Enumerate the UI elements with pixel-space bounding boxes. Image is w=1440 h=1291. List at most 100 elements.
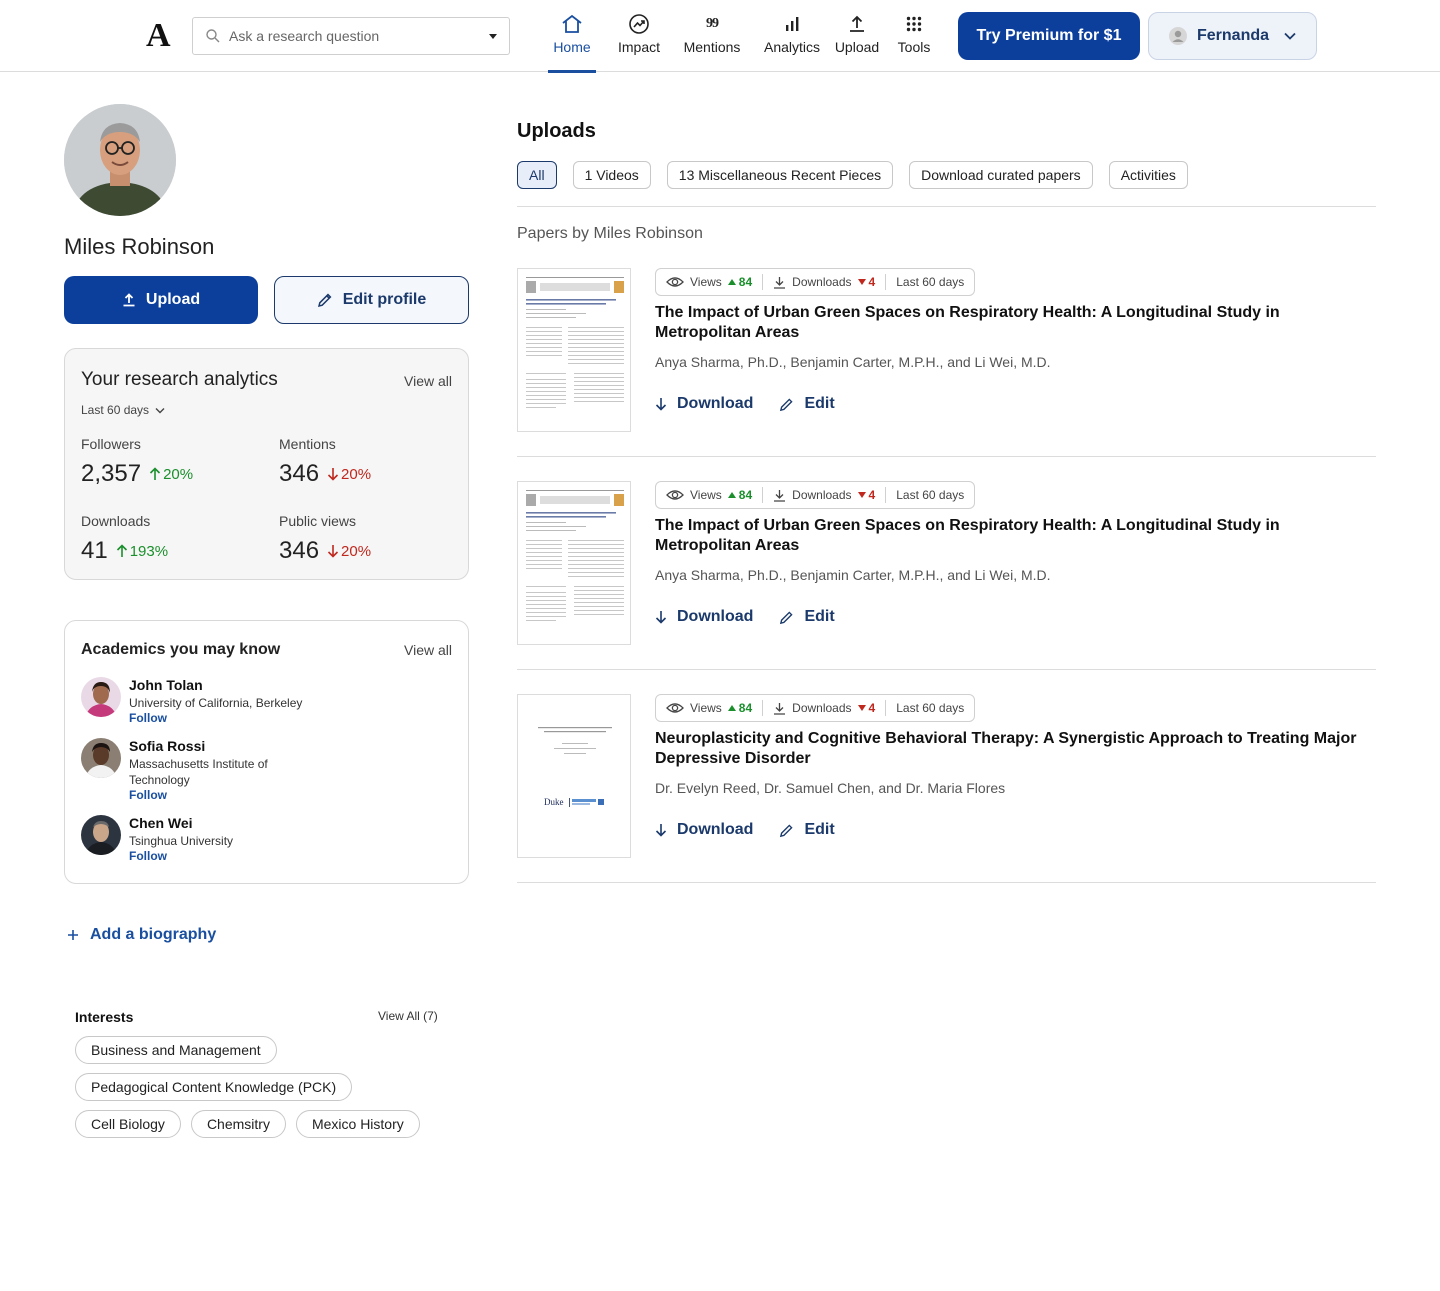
download-button[interactable]: Download	[655, 395, 753, 413]
pencil-icon	[780, 610, 793, 624]
eye-icon	[666, 703, 684, 713]
download-icon	[774, 489, 786, 502]
nav-upload-label: Upload	[834, 39, 880, 55]
uploads-title: Uploads	[517, 120, 596, 142]
tab-videos[interactable]: 1 Videos	[572, 161, 651, 189]
search-dropdown-icon[interactable]	[489, 33, 497, 39]
nav-impact-label: Impact	[617, 39, 660, 55]
paper-thumbnail[interactable]	[517, 268, 631, 432]
academic-name[interactable]: Chen Wei	[129, 815, 309, 831]
tab-activities[interactable]: Activities	[1108, 161, 1188, 189]
triangle-up-icon	[727, 492, 736, 498]
triangle-down-icon	[857, 279, 866, 285]
tab-curated-papers[interactable]: Download curated papers	[909, 161, 1093, 189]
interest-chip[interactable]: Mexico History	[295, 1110, 420, 1138]
try-premium-button[interactable]: Try Premium for $1	[958, 12, 1140, 60]
stat-change: 20%	[327, 543, 371, 560]
avatar[interactable]	[81, 677, 121, 717]
user-avatar-icon	[1169, 27, 1187, 45]
interest-chip[interactable]: Chemsitry	[190, 1110, 286, 1138]
metrics-period: Last 60 days	[896, 701, 965, 715]
paper-title[interactable]: Neuroplasticity and Cognitive Behavioral…	[655, 729, 1365, 769]
divider	[517, 206, 1376, 207]
upload-button-label: Upload	[145, 291, 201, 308]
research-analytics-card: Your research analytics View all Last 60…	[64, 348, 469, 580]
user-menu-button[interactable]: Fernanda	[1148, 12, 1317, 60]
follow-button[interactable]: Follow	[129, 849, 309, 863]
plus-icon	[68, 930, 78, 940]
download-label: Download	[677, 821, 754, 838]
edit-button[interactable]: Edit	[779, 608, 835, 626]
downloads-label: Downloads	[792, 701, 852, 715]
paper-authors: Dr. Evelyn Reed, Dr. Samuel Chen, and Dr…	[655, 780, 1006, 796]
edit-profile-label: Edit profile	[342, 291, 427, 308]
interest-chip[interactable]: Pedagogical Content Knowledge (PCK)	[75, 1073, 353, 1101]
tab-miscellaneous[interactable]: 13 Miscellaneous Recent Pieces	[666, 161, 894, 189]
stat-label: Mentions	[279, 436, 336, 452]
analytics-view-all-link[interactable]: View all	[404, 373, 452, 389]
nav-tools[interactable]: Tools	[896, 0, 932, 72]
paper-thumbnail[interactable]: Duke	[517, 694, 631, 858]
nav-upload[interactable]: Upload	[834, 0, 880, 72]
period-selector[interactable]: Last 60 days	[81, 403, 165, 417]
arrow-down-icon	[655, 824, 667, 837]
analytics-title: Your research analytics	[81, 369, 278, 390]
upload-icon	[123, 293, 135, 307]
download-button[interactable]: Download	[655, 821, 753, 839]
academic-name[interactable]: John Tolan	[129, 677, 309, 693]
downloads-label: Downloads	[792, 488, 852, 502]
stat-followers: Followers 2,357 20%	[81, 436, 193, 488]
academic-affiliation: University of California, Berkeley	[129, 696, 303, 710]
impact-icon	[627, 12, 651, 36]
paper-title[interactable]: The Impact of Urban Green Spaces on Resp…	[655, 303, 1365, 343]
download-label: Download	[677, 395, 754, 412]
triangle-down-icon	[857, 492, 866, 498]
views-value: 84	[738, 488, 753, 502]
academics-view-all-link[interactable]: View all	[404, 642, 452, 658]
add-biography-link[interactable]: Add a biography	[66, 926, 216, 944]
views-value: 84	[738, 275, 753, 289]
tab-all[interactable]: All	[517, 161, 557, 189]
interest-chip[interactable]: Cell Biology	[75, 1110, 181, 1138]
search-icon	[206, 29, 220, 43]
paper-title[interactable]: The Impact of Urban Green Spaces on Resp…	[655, 516, 1365, 556]
nav-home[interactable]: Home	[548, 0, 596, 73]
download-button[interactable]: Download	[655, 608, 753, 626]
stat-label: Public views	[279, 513, 357, 529]
home-icon	[560, 12, 584, 36]
academic-affiliation: Massachusetts Institute of Technology	[129, 757, 268, 787]
interests-list: Business and Management Pedagogical Cont…	[75, 1036, 455, 1138]
edit-button[interactable]: Edit	[779, 395, 835, 413]
interest-chip[interactable]: Business and Management	[75, 1036, 277, 1064]
profile-name: Miles Robinson	[64, 234, 215, 259]
stat-change-value: 20%	[341, 542, 372, 560]
follow-button[interactable]: Follow	[129, 711, 309, 725]
thumb-duke-text: Duke	[544, 797, 564, 807]
triangle-up-icon	[727, 279, 736, 285]
stat-change-value: 193%	[129, 542, 169, 560]
follow-button[interactable]: Follow	[129, 788, 309, 802]
edit-button[interactable]: Edit	[779, 821, 835, 839]
avatar[interactable]	[81, 738, 121, 778]
paper-item: Views 84 Downloads 4 Last 60 days The Im…	[517, 481, 1376, 670]
academic-name[interactable]: Sofia Rossi	[129, 738, 309, 754]
arrow-down-icon	[327, 545, 339, 558]
stat-value: 41	[81, 537, 108, 564]
paper-thumbnail[interactable]	[517, 481, 631, 645]
search-input[interactable]	[229, 28, 483, 44]
uploads-tabs: All 1 Videos 13 Miscellaneous Recent Pie…	[517, 161, 1188, 189]
nav-mentions[interactable]: 99 Mentions	[682, 0, 742, 72]
user-name: Fernanda	[1197, 27, 1270, 44]
site-logo[interactable]: A	[146, 18, 171, 54]
search-bar[interactable]	[192, 17, 510, 55]
nav-impact[interactable]: Impact	[608, 0, 670, 72]
interests-view-all-link[interactable]: View All (7)	[378, 1009, 438, 1023]
nav-analytics[interactable]: Analytics	[762, 0, 822, 72]
paper-item: Duke Views 84 Downloads 4 Last 60 days N…	[517, 694, 1376, 883]
edit-profile-button[interactable]: Edit profile	[274, 276, 469, 324]
interests-title: Interests	[75, 1009, 134, 1025]
upload-button[interactable]: Upload	[64, 276, 258, 324]
nav-mentions-label: Mentions	[683, 39, 741, 55]
profile-avatar	[64, 104, 176, 216]
avatar[interactable]	[81, 815, 121, 855]
